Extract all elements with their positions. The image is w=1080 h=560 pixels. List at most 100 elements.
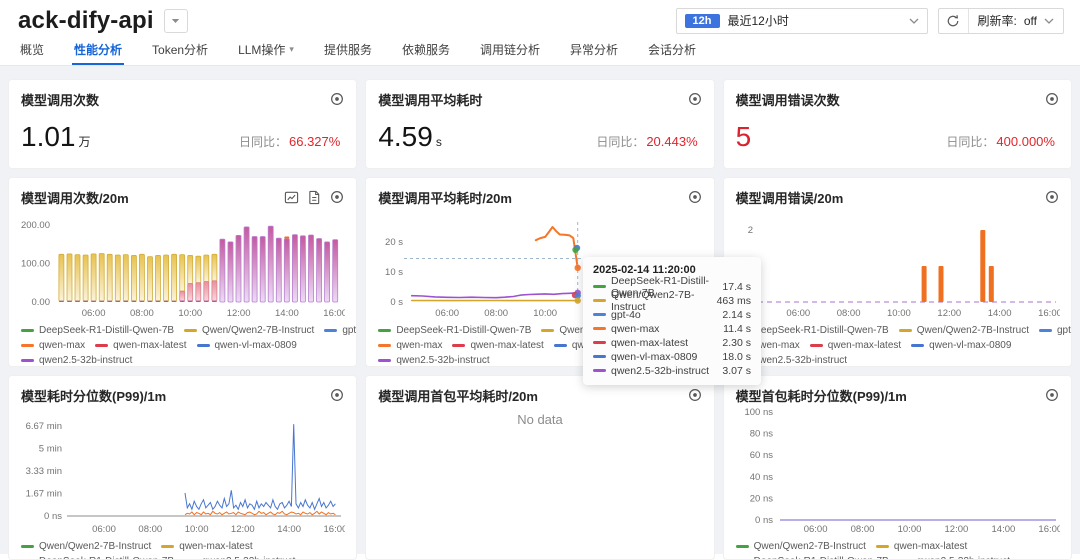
- svg-text:0 ns: 0 ns: [755, 515, 773, 526]
- eye-icon[interactable]: [330, 190, 344, 204]
- errors-chart[interactable]: 1206:0008:0010:0012:0014:0016:00: [736, 208, 1060, 320]
- tooltip-rows: DeepSeek-R1-Distill-Qwen-7B17.4 sQwen/Qw…: [593, 280, 751, 377]
- tab-trace-analysis[interactable]: 调用链分析: [478, 36, 542, 65]
- tab-session-analysis[interactable]: 会话分析: [646, 36, 698, 65]
- tab-exception-analysis[interactable]: 异常分析: [568, 36, 620, 65]
- legend-item[interactable]: qwen-vl-max-0809: [911, 338, 1011, 353]
- refresh-rate-select[interactable]: 刷新率: off: [969, 12, 1063, 29]
- svg-text:10:00: 10:00: [887, 308, 911, 319]
- svg-text:08:00: 08:00: [836, 308, 860, 319]
- svg-text:12:00: 12:00: [944, 524, 968, 535]
- legend-item[interactable]: Qwen/Qwen2-7B-Instruct: [736, 539, 866, 554]
- svg-text:10:00: 10:00: [897, 524, 921, 535]
- document-icon[interactable]: [308, 190, 321, 205]
- tooltip-row: Qwen/Qwen2-7B-Instruct463 ms: [593, 294, 751, 307]
- legend-item[interactable]: Qwen/Qwen2-7B-Instruct: [184, 323, 314, 338]
- eye-icon[interactable]: [1045, 190, 1059, 204]
- svg-text:08:00: 08:00: [138, 524, 162, 535]
- svg-text:08:00: 08:00: [485, 308, 509, 319]
- refresh-rate-label: 刷新率:: [978, 12, 1017, 29]
- legend-item[interactable]: DeepSeek-R1-Distill-Qwen-7B: [736, 554, 889, 560]
- eye-icon[interactable]: [1045, 92, 1059, 106]
- chart-card-model-calls: 模型调用次数/20m 0.00100.00200.0006:0008:0010:…: [8, 177, 357, 367]
- first-packet-p99-chart[interactable]: 0 ns20 ns40 ns60 ns80 ns100 ns06:0008:00…: [736, 406, 1060, 536]
- svg-text:10:00: 10:00: [185, 524, 209, 535]
- stat-title: 模型调用错误次数: [736, 90, 840, 109]
- stat-value: 4.59: [378, 121, 433, 152]
- eye-icon[interactable]: [330, 388, 344, 402]
- legend-item[interactable]: qwen-max-latest: [95, 338, 186, 353]
- svg-text:16:00: 16:00: [1038, 308, 1060, 319]
- chevron-down-icon: [909, 18, 919, 24]
- legend-item[interactable]: qwen-max: [378, 338, 442, 353]
- legend-item[interactable]: gpt-4o: [1039, 323, 1072, 338]
- svg-text:14:00: 14:00: [987, 308, 1011, 319]
- svg-text:14:00: 14:00: [277, 524, 301, 535]
- svg-text:10:00: 10:00: [534, 308, 558, 319]
- time-range-select[interactable]: 12h 最近12小时: [676, 8, 928, 34]
- stat-card-avg-duration: 模型调用平均耗时 4.59s 日同比：20.443%: [365, 79, 714, 169]
- legend-item[interactable]: qwen2.5-32b-instruct: [21, 353, 132, 367]
- model-calls-chart[interactable]: 0.00100.00200.0006:0008:0010:0012:0014:0…: [21, 208, 345, 320]
- svg-text:06:00: 06:00: [82, 308, 106, 319]
- eye-icon[interactable]: [688, 92, 702, 106]
- tab-provided-services[interactable]: 提供服务: [322, 36, 374, 65]
- legend-item[interactable]: Qwen/Qwen2-7B-Instruct: [21, 539, 151, 554]
- tooltip-row: gpt-4o2.14 s: [593, 308, 751, 321]
- chart-title: 模型调用错误/20m: [736, 188, 844, 207]
- legend-item[interactable]: qwen-max-latest: [876, 539, 967, 554]
- legend-item[interactable]: gpt-4o: [324, 323, 357, 338]
- svg-text:12:00: 12:00: [231, 524, 255, 535]
- legend-item[interactable]: Qwen/Qwen2-7B-Instruct: [899, 323, 1029, 338]
- legend-item[interactable]: qwen-max-latest: [452, 338, 543, 353]
- svg-text:0.00: 0.00: [32, 297, 51, 308]
- chevron-down-icon: [1044, 18, 1054, 24]
- title-dropdown-button[interactable]: [164, 9, 188, 33]
- legend-item[interactable]: DeepSeek-R1-Distill-Qwen-7B: [21, 554, 174, 560]
- svg-text:10 s: 10 s: [385, 267, 403, 278]
- svg-text:1.67 min: 1.67 min: [26, 488, 62, 499]
- eye-icon[interactable]: [1045, 388, 1059, 402]
- stat-card-model-calls: 模型调用次数 1.01万 日同比：66.327%: [8, 79, 357, 169]
- eye-icon[interactable]: [330, 92, 344, 106]
- chart-tooltip: 2025-02-14 11:20:00 DeepSeek-R1-Distill-…: [583, 257, 761, 385]
- legend-item[interactable]: qwen-max-latest: [161, 539, 252, 554]
- tooltip-row: qwen-max-latest2.30 s: [593, 336, 751, 349]
- refresh-rate-value: off: [1024, 14, 1037, 28]
- tab-performance[interactable]: 性能分析: [72, 36, 124, 65]
- top-bar: ack-dify-api 12h 最近12小时 刷新率: off: [0, 0, 1080, 36]
- chart-card-first-packet-avg: 模型调用首包平均耗时/20m No data: [365, 375, 714, 560]
- svg-text:0 s: 0 s: [391, 297, 404, 308]
- caret-down-icon: [171, 18, 180, 24]
- chart-row-1: 模型调用次数/20m 0.00100.00200.0006:0008:0010:…: [8, 177, 1072, 367]
- legend-item[interactable]: qwen2.5-32b-instruct: [899, 554, 1010, 560]
- duration-p99-chart[interactable]: 0 ns1.67 min3.33 min5 min6.67 min06:0008…: [21, 406, 345, 536]
- tab-dependent-services[interactable]: 依赖服务: [400, 36, 452, 65]
- legend-item[interactable]: qwen2.5-32b-instruct: [184, 554, 295, 560]
- eye-icon[interactable]: [688, 190, 702, 204]
- tab-token[interactable]: Token分析: [150, 36, 210, 65]
- chart-row-2: 模型耗时分位数(P99)/1m 0 ns1.67 min3.33 min5 mi…: [8, 375, 1072, 560]
- legend-item[interactable]: DeepSeek-R1-Distill-Qwen-7B: [378, 323, 531, 338]
- legend-item[interactable]: qwen-vl-max-0809: [197, 338, 297, 353]
- svg-text:5 min: 5 min: [39, 444, 62, 455]
- tab-llm-ops[interactable]: LLM操作▾: [236, 36, 296, 65]
- line-chart-icon[interactable]: [284, 190, 299, 205]
- svg-text:06:00: 06:00: [92, 524, 116, 535]
- refresh-button[interactable]: [939, 9, 969, 33]
- legend-item[interactable]: qwen2.5-32b-instruct: [378, 353, 489, 367]
- tab-overview[interactable]: 概览: [18, 36, 46, 65]
- svg-text:16:00: 16:00: [323, 308, 345, 319]
- chart-card-first-packet-p99: 模型首包耗时分位数(P99)/1m 0 ns20 ns40 ns60 ns80 …: [723, 375, 1072, 560]
- chart-title: 模型调用首包平均耗时/20m: [378, 386, 538, 405]
- svg-text:0 ns: 0 ns: [44, 511, 62, 522]
- legend-item[interactable]: DeepSeek-R1-Distill-Qwen-7B: [21, 323, 174, 338]
- legend-item[interactable]: qwen-max: [21, 338, 85, 353]
- svg-text:12:00: 12:00: [227, 308, 251, 319]
- svg-text:08:00: 08:00: [850, 524, 874, 535]
- eye-icon[interactable]: [688, 388, 702, 402]
- legend-item[interactable]: qwen-max-latest: [810, 338, 901, 353]
- caret-down-icon: ▾: [289, 44, 294, 55]
- tooltip-row: qwen2.5-32b-instruct3.07 s: [593, 364, 751, 377]
- svg-text:6.67 min: 6.67 min: [26, 421, 62, 432]
